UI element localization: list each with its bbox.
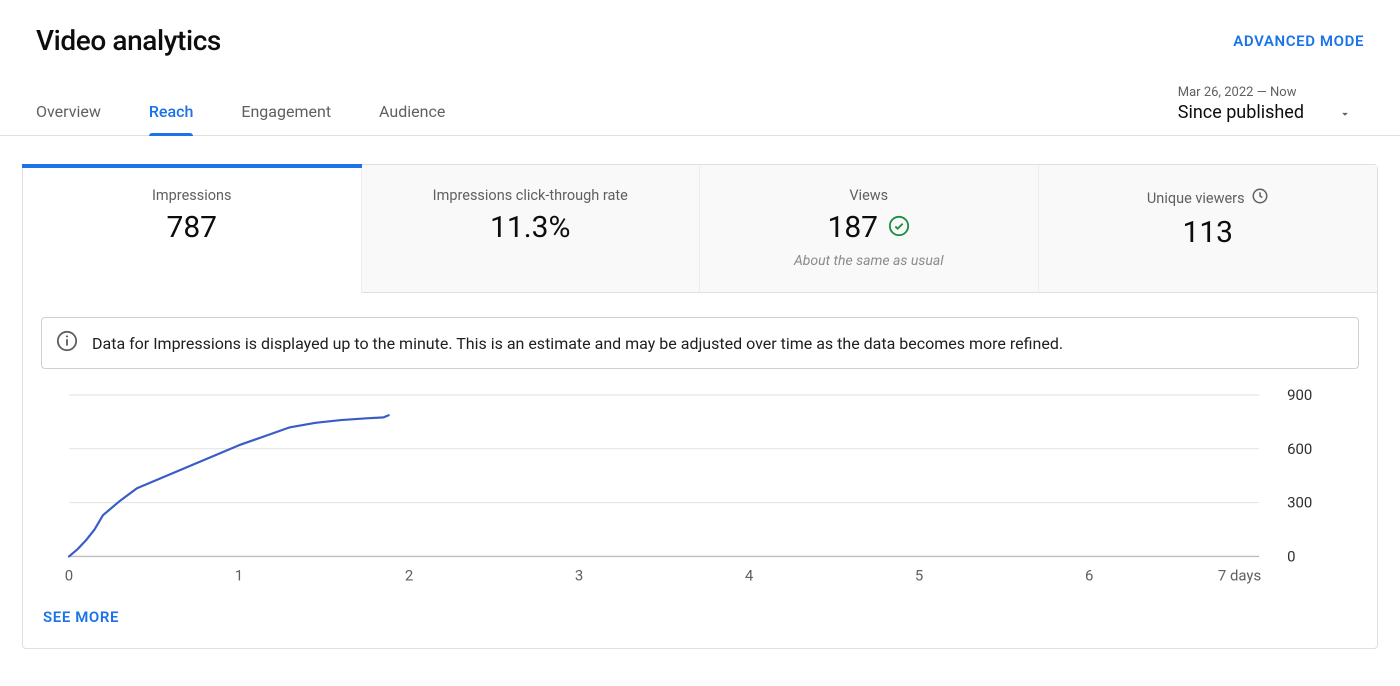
chevron-down-icon	[1338, 107, 1352, 125]
tab-overview[interactable]: Overview	[36, 102, 101, 135]
metric-value: 187	[827, 210, 878, 245]
tab-reach[interactable]: Reach	[149, 102, 194, 135]
svg-text:5: 5	[915, 566, 923, 584]
info-banner-text: Data for Impressions is displayed up to …	[92, 334, 1063, 353]
date-range-small: Mar 26, 2022 — Now	[1178, 85, 1297, 100]
check-icon	[888, 215, 910, 241]
clock-icon	[1251, 187, 1269, 209]
svg-text:4: 4	[745, 566, 754, 584]
info-icon	[56, 330, 78, 356]
metric-tab-0[interactable]: Impressions 787	[23, 165, 362, 293]
primary-tabs: Overview Reach Engagement Audience	[36, 102, 445, 135]
metric-note: About the same as usual	[794, 253, 944, 269]
svg-text:6: 6	[1085, 566, 1093, 584]
metric-label: Unique viewers	[1147, 187, 1269, 209]
tab-engagement[interactable]: Engagement	[241, 102, 331, 135]
svg-text:300: 300	[1287, 494, 1312, 512]
svg-text:7 days: 7 days	[1218, 566, 1261, 584]
page-title: Video analytics	[36, 24, 221, 57]
impressions-chart: 0 300 600 900 0 1 2 3 4 5 6 7 days	[63, 387, 1319, 586]
metric-value: 787	[166, 210, 217, 245]
metric-label: Impressions	[152, 187, 232, 204]
metric-label: Views	[849, 187, 888, 204]
date-range-picker[interactable]: Mar 26, 2022 — Now Since published	[1178, 85, 1364, 135]
svg-text:2: 2	[405, 566, 413, 584]
date-range-big: Since published	[1178, 102, 1304, 123]
metric-tab-1[interactable]: Impressions click-through rate 11.3%	[362, 165, 701, 293]
svg-text:0: 0	[65, 566, 73, 584]
metric-value: 113	[1182, 215, 1233, 250]
svg-text:3: 3	[575, 566, 583, 584]
svg-text:900: 900	[1287, 387, 1312, 404]
svg-text:0: 0	[1287, 547, 1295, 565]
advanced-mode-link[interactable]: ADVANCED MODE	[1233, 32, 1364, 50]
metric-tab-3[interactable]: Unique viewers 113	[1039, 165, 1378, 293]
reach-card: Impressions 787 Impressions click-through …	[22, 164, 1378, 649]
see-more-link[interactable]: SEE MORE	[43, 608, 119, 626]
metric-tabs: Impressions 787 Impressions click-through …	[23, 165, 1377, 293]
metric-tab-2[interactable]: Views 187 About the same as usual	[700, 165, 1039, 293]
svg-text:1: 1	[235, 566, 243, 584]
metric-value: 11.3%	[490, 210, 570, 245]
info-banner: Data for Impressions is displayed up to …	[41, 317, 1359, 369]
svg-text:600: 600	[1287, 440, 1312, 458]
metric-label: Impressions click-through rate	[433, 187, 628, 204]
tab-audience[interactable]: Audience	[379, 102, 445, 135]
